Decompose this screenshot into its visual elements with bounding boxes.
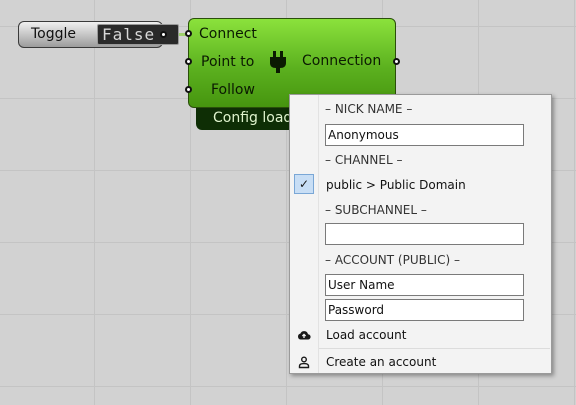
password-input[interactable]: [325, 299, 524, 321]
subchannel-input[interactable]: [325, 223, 524, 245]
nick-name-input[interactable]: [325, 124, 524, 146]
subchannel-header: – SUBCHANNEL –: [325, 203, 427, 217]
input-connect-label: Connect: [199, 26, 257, 42]
menu-divider: [319, 348, 550, 349]
input-point-to-label: Point to: [201, 54, 255, 70]
channel-item-label: public > Public Domain: [326, 178, 466, 192]
context-menu: – NICK NAME – – CHANNEL – ✓ public > Pub…: [289, 94, 552, 374]
toggle-label: Toggle: [31, 26, 77, 42]
plug-icon: [270, 51, 286, 73]
input-port-follow[interactable]: [185, 86, 192, 93]
input-follow-label: Follow: [211, 82, 255, 98]
input-port-point-to[interactable]: [185, 58, 192, 65]
create-account-item[interactable]: Create an account: [290, 351, 551, 373]
cloud-upload-icon: [297, 331, 311, 340]
output-connection-label: Connection: [302, 53, 382, 69]
nick-name-header: – NICK NAME –: [325, 102, 413, 116]
load-account-item[interactable]: Load account: [290, 324, 551, 346]
output-port-connection[interactable]: [393, 58, 400, 65]
load-account-label: Load account: [326, 328, 407, 342]
toggle-output-port[interactable]: [160, 31, 167, 38]
checkmark-icon: ✓: [294, 174, 314, 194]
channel-menu-item[interactable]: ✓ public > Public Domain: [290, 174, 551, 196]
boolean-toggle[interactable]: Toggle False: [18, 21, 179, 48]
input-port-connect[interactable]: [185, 30, 192, 37]
create-account-label: Create an account: [326, 355, 437, 369]
user-icon: [298, 356, 310, 369]
channel-header: – CHANNEL –: [325, 153, 403, 167]
username-input[interactable]: [325, 274, 524, 296]
account-header: – ACCOUNT (PUBLIC) –: [325, 253, 460, 267]
